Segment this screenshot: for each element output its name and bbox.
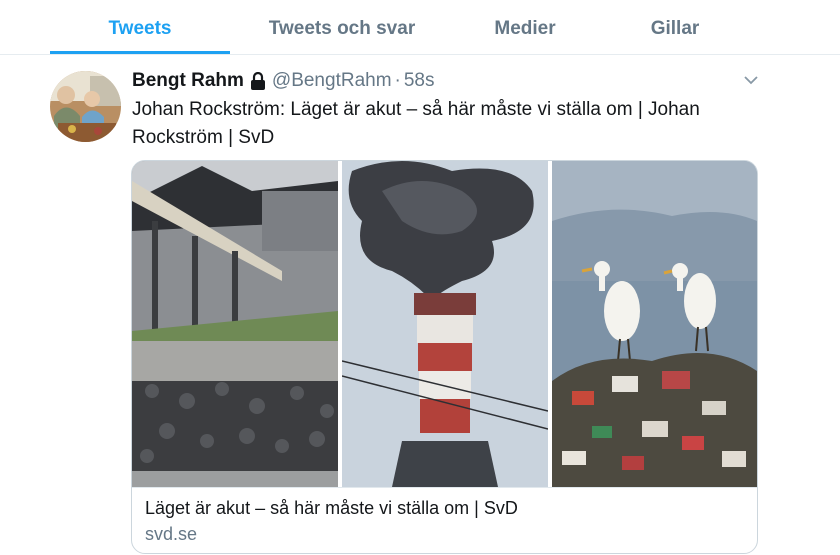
smokestack-photo xyxy=(341,161,549,487)
tweet-timestamp[interactable]: 58s xyxy=(404,70,435,92)
link-card-domain: svd.se xyxy=(145,524,198,544)
link-card-title: Läget är akut – så här måste vi ställa o… xyxy=(145,498,518,518)
lock-icon xyxy=(250,71,266,90)
link-card-info: Läget är akut – så här måste vi ställa o… xyxy=(132,487,757,553)
egrets-on-garbage-photo xyxy=(552,161,757,487)
tab-tweets-and-replies[interactable]: Tweets och svar xyxy=(252,0,432,54)
tab-likes[interactable]: Gillar xyxy=(600,0,750,54)
author-handle[interactable]: @BengtRahm xyxy=(272,70,392,92)
active-tab-indicator xyxy=(50,51,230,54)
chevron-down-icon[interactable] xyxy=(740,72,762,88)
author-name[interactable]: Bengt Rahm xyxy=(132,70,244,92)
tab-media[interactable]: Medier xyxy=(450,0,600,54)
coal-conveyor-photo xyxy=(132,161,338,487)
link-card[interactable]: Läget är akut – så här måste vi ställa o… xyxy=(131,160,758,554)
tweet-header: Bengt Rahm @BengtRahm · 58s xyxy=(132,68,435,94)
user-avatar[interactable] xyxy=(50,71,121,142)
tab-tweets[interactable]: Tweets xyxy=(50,0,230,54)
profile-tabs: Tweets Tweets och svar Medier Gillar xyxy=(0,0,840,55)
separator-dot: · xyxy=(394,70,401,91)
tweet-text: Johan Rockström: Läget är akut – så här … xyxy=(132,99,700,148)
